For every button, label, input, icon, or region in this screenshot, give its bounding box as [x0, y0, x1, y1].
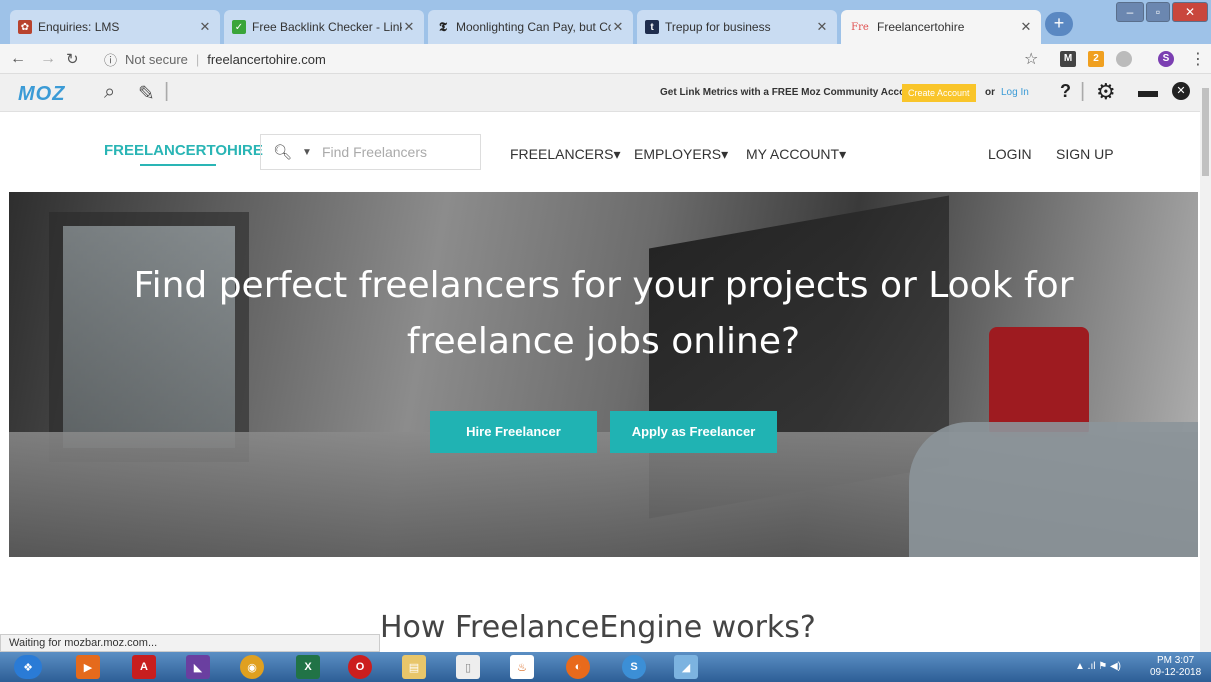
- window-close-icon[interactable]: ✕: [1172, 2, 1208, 22]
- moz-extension-icon[interactable]: 2: [1088, 51, 1104, 67]
- close-mozbar-icon[interactable]: ✕: [1172, 82, 1190, 100]
- close-icon[interactable]: ✕: [1019, 19, 1033, 35]
- tab-label: Moonlighting Can Pay, but Con: [456, 20, 611, 34]
- url-separator: |: [195, 51, 200, 67]
- chrome-profile-icon[interactable]: S: [622, 655, 646, 679]
- tab-label: Freelancertohire: [877, 20, 965, 34]
- excel-icon[interactable]: X: [296, 655, 320, 679]
- info-icon[interactable]: ⓘ: [104, 50, 117, 69]
- close-icon[interactable]: ✕: [611, 19, 625, 35]
- taskbar-clock[interactable]: PM 3:07 09-12-2018: [1150, 655, 1201, 679]
- profile-avatar-icon[interactable]: S: [1158, 51, 1174, 67]
- site-header: FREELANCERTOHIRE 🔍︎ ▼ Find Freelancers F…: [0, 112, 1200, 192]
- system-tray-icons[interactable]: ▲ .ıl ⚑ ◀): [1075, 661, 1121, 672]
- hero-title: Find perfect freelancers for your projec…: [133, 265, 1074, 362]
- search-placeholder: Find Freelancers: [321, 144, 427, 160]
- close-icon[interactable]: ✕: [815, 19, 829, 35]
- search-input[interactable]: 🔍︎ ▼ Find Freelancers: [260, 134, 481, 170]
- notepad-icon[interactable]: ▯: [456, 655, 480, 679]
- menu-kebab-icon[interactable]: ⋮: [1190, 49, 1206, 69]
- url-text: freelancertohire.com: [207, 51, 326, 67]
- media-player-icon[interactable]: ▶: [76, 655, 100, 679]
- lms-favicon-icon: ✿: [18, 20, 32, 34]
- search-icon: 🔍︎: [273, 144, 293, 161]
- extension-circle-icon[interactable]: [1116, 51, 1132, 67]
- tab-moonlighting[interactable]: 𝕿 Moonlighting Can Pay, but Con ✕: [428, 10, 633, 44]
- windows-taskbar: ❖ ▶ A ◣ ◉ X O ▤ ▯ ♨ ◐ S ◢ ▲ .ıl ⚑ ◀) PM …: [0, 652, 1211, 682]
- close-icon[interactable]: ✕: [198, 19, 212, 35]
- page-analysis-icon[interactable]: ⌕: [104, 81, 115, 104]
- security-label: Not secure: [125, 51, 188, 67]
- new-tab-button[interactable]: +: [1045, 12, 1073, 36]
- nav-employers[interactable]: EMPLOYERS▾: [634, 146, 728, 163]
- tab-trepup[interactable]: t Trepup for business ✕: [637, 10, 837, 44]
- mail-extension-icon[interactable]: M: [1060, 51, 1076, 67]
- moz-or-text: or: [985, 87, 995, 98]
- tab-backlink-checker[interactable]: ✓ Free Backlink Checker - Link Bu ✕: [224, 10, 424, 44]
- clock-date: 09-12-2018: [1150, 667, 1202, 678]
- close-icon[interactable]: ✕: [402, 19, 416, 35]
- nav-freelancers[interactable]: FREELANCERS▾: [510, 146, 621, 163]
- collapse-bar-icon[interactable]: ▬: [1138, 80, 1158, 103]
- moz-promo-text: Get Link Metrics with a FREE Moz Communi…: [660, 87, 921, 98]
- forward-arrow-icon[interactable]: →: [40, 50, 56, 68]
- moz-logo: MOZ: [18, 83, 66, 105]
- nav-signup[interactable]: SIGN UP: [1056, 146, 1114, 162]
- nav-my-account[interactable]: MY ACCOUNT▾: [746, 146, 846, 163]
- logo-underline: [140, 164, 216, 166]
- how-it-works-title: How FreelanceEngine works?: [380, 610, 816, 645]
- site-logo[interactable]: FREELANCERTOHIRE: [104, 142, 263, 159]
- create-account-button[interactable]: Create Account: [902, 84, 976, 102]
- hire-freelancer-button[interactable]: Hire Freelancer: [430, 411, 597, 453]
- chevron-down-icon[interactable]: ▼: [302, 147, 312, 158]
- toolbar-divider: |: [1080, 80, 1086, 102]
- hero-banner: Find perfect freelancers for your projec…: [9, 192, 1198, 557]
- acrobat-icon[interactable]: A: [132, 655, 156, 679]
- highlight-pencil-icon[interactable]: ✎: [138, 81, 155, 106]
- file-explorer-icon[interactable]: ▤: [402, 655, 426, 679]
- minimize-icon[interactable]: –: [1116, 2, 1144, 22]
- maximize-icon[interactable]: ▫: [1146, 2, 1170, 22]
- tab-label: Trepup for business: [665, 20, 771, 34]
- status-bar: Waiting for mozbar.moz.com...: [0, 634, 380, 652]
- tab-enquiries-lms[interactable]: ✿ Enquiries: LMS ✕: [10, 10, 220, 44]
- visual-studio-icon[interactable]: ◣: [186, 655, 210, 679]
- nav-login[interactable]: LOGIN: [988, 146, 1032, 162]
- fre-favicon-icon: Fre: [851, 21, 869, 33]
- chrome-icon[interactable]: ◉: [240, 655, 264, 679]
- browser-tab-strip: ✿ Enquiries: LMS ✕ ✓ Free Backlink Check…: [0, 0, 1211, 44]
- tab-label: Free Backlink Checker - Link Bu: [252, 20, 402, 34]
- apply-freelancer-button[interactable]: Apply as Freelancer: [610, 411, 777, 453]
- settings-gear-icon[interactable]: ⚙: [1096, 79, 1116, 105]
- tab-freelancertohire[interactable]: Fre Freelancertohire ✕: [841, 10, 1041, 44]
- back-arrow-icon[interactable]: ←: [10, 50, 26, 68]
- app-window-icon[interactable]: ◢: [674, 655, 698, 679]
- start-button-icon[interactable]: ❖: [14, 655, 42, 679]
- bookmark-star-icon[interactable]: ☆: [1024, 49, 1038, 69]
- moz-login-link[interactable]: Log In: [1001, 87, 1029, 98]
- reload-icon[interactable]: ↻: [66, 50, 79, 68]
- clock-time: PM 3:07: [1156, 655, 1195, 666]
- java-icon[interactable]: ♨: [510, 655, 534, 679]
- nyt-favicon-icon: 𝕿: [439, 19, 447, 35]
- trepup-favicon-icon: t: [645, 20, 659, 34]
- toolbar-divider: |: [164, 80, 170, 102]
- address-bar: ← → ↻ ⓘ Not secure | freelancertohire.co…: [0, 44, 1211, 74]
- tab-label: Enquiries: LMS: [38, 20, 120, 34]
- mozbar: MOZ ⌕ ✎ | Get Link Metrics with a FREE M…: [0, 74, 1200, 112]
- help-icon[interactable]: ?: [1060, 81, 1071, 102]
- check-favicon-icon: ✓: [232, 20, 246, 34]
- hero-background-sleeve: [909, 422, 1198, 557]
- scrollbar-thumb[interactable]: [1202, 88, 1209, 176]
- firefox-icon[interactable]: ◐: [566, 655, 590, 679]
- url-field[interactable]: ⓘ Not secure | freelancertohire.com: [104, 49, 1014, 69]
- opera-icon[interactable]: O: [348, 655, 372, 679]
